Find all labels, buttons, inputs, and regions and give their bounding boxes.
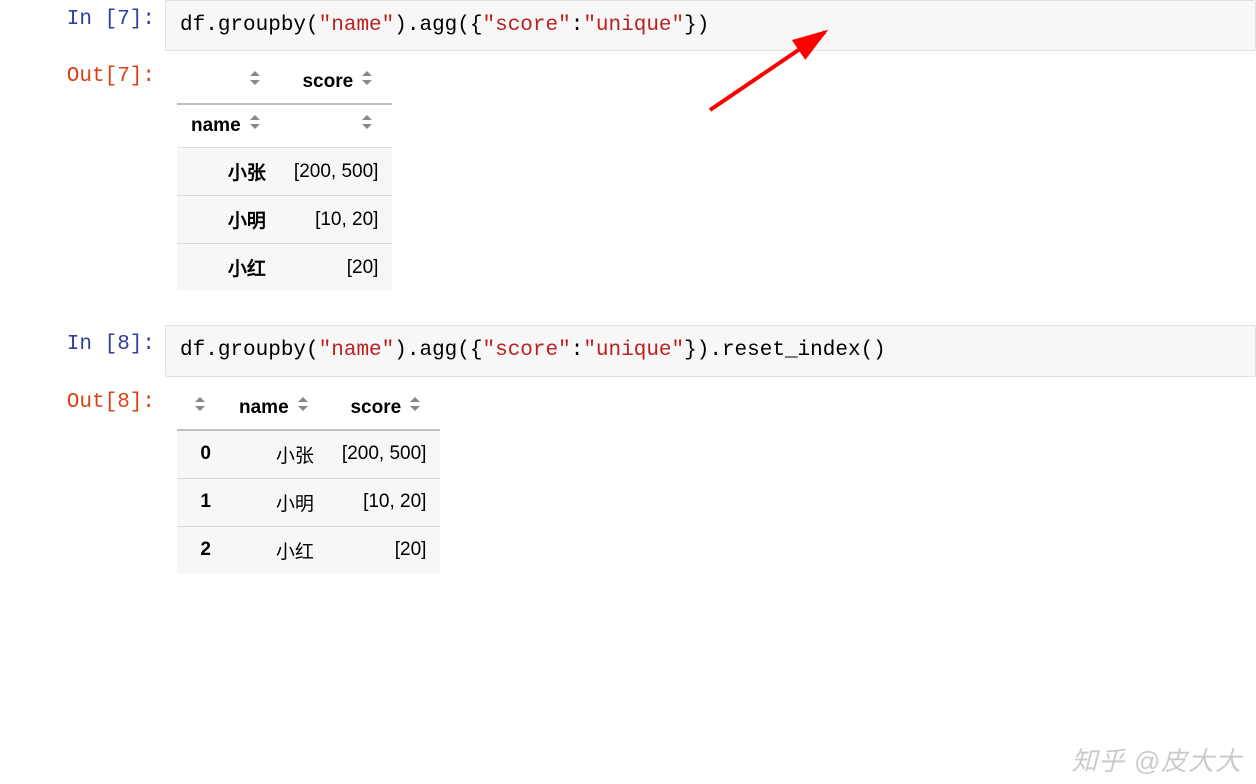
dataframe-7: score name 小张 [200, 500] 小明 [10, 20] 小红 <box>177 61 392 291</box>
row-index: 小张 <box>177 148 280 196</box>
row-index: 1 <box>177 478 225 526</box>
cell-score: [10, 20] <box>280 196 393 244</box>
cell-in-7: In [7]: df.groupby("name").agg({"score":… <box>0 0 1256 51</box>
sort-header-idx[interactable] <box>177 387 225 430</box>
code-input-8[interactable]: df.groupby("name").agg({"score":"unique"… <box>165 325 1256 376</box>
code-input-7[interactable]: df.groupby("name").agg({"score":"unique"… <box>165 0 1256 51</box>
cell-name: 小明 <box>225 478 328 526</box>
index-name[interactable]: name <box>177 104 280 148</box>
row-index: 0 <box>177 430 225 479</box>
dataframe-8: name score 0 小张 [200, 500] 1 小明 [10, 20]… <box>177 387 440 574</box>
cell-out-7: Out[7]: score name 小张 [200, 500] 小 <box>0 57 1256 291</box>
spacer <box>0 297 1256 325</box>
cell-score: [200, 500] <box>328 430 441 479</box>
cell-out-8: Out[8]: name score 0 小张 [200, 500] 1 小明 <box>0 383 1256 574</box>
prompt-in-8: In [8]: <box>0 325 165 356</box>
cell-in-8: In [8]: df.groupby("name").agg({"score":… <box>0 325 1256 376</box>
prompt-out-7: Out[7]: <box>0 57 165 88</box>
cell-score: [10, 20] <box>328 478 441 526</box>
sort-header-blank-2[interactable] <box>280 104 393 148</box>
row-index: 小红 <box>177 244 280 292</box>
col-header-score[interactable]: score <box>280 61 393 104</box>
watermark: 知乎 @皮大大 <box>1071 741 1242 778</box>
row-index: 小明 <box>177 196 280 244</box>
output-8: name score 0 小张 [200, 500] 1 小明 [10, 20]… <box>165 383 1256 574</box>
table-row: 小明 [10, 20] <box>177 196 392 244</box>
table-row: 小红 [20] <box>177 244 392 292</box>
table-row: 0 小张 [200, 500] <box>177 430 440 479</box>
cell-score: [200, 500] <box>280 148 393 196</box>
table-row: 2 小红 [20] <box>177 526 440 574</box>
cell-name: 小张 <box>225 430 328 479</box>
col-header-score[interactable]: score <box>328 387 441 430</box>
cell-score: [20] <box>280 244 393 292</box>
col-header-name[interactable]: name <box>225 387 328 430</box>
prompt-in-7: In [7]: <box>0 0 165 31</box>
sort-header-blank[interactable] <box>177 61 280 104</box>
row-index: 2 <box>177 526 225 574</box>
prompt-out-8: Out[8]: <box>0 383 165 414</box>
cell-score: [20] <box>328 526 441 574</box>
table-row: 1 小明 [10, 20] <box>177 478 440 526</box>
output-7: score name 小张 [200, 500] 小明 [10, 20] 小红 <box>165 57 1256 291</box>
table-row: 小张 [200, 500] <box>177 148 392 196</box>
cell-name: 小红 <box>225 526 328 574</box>
